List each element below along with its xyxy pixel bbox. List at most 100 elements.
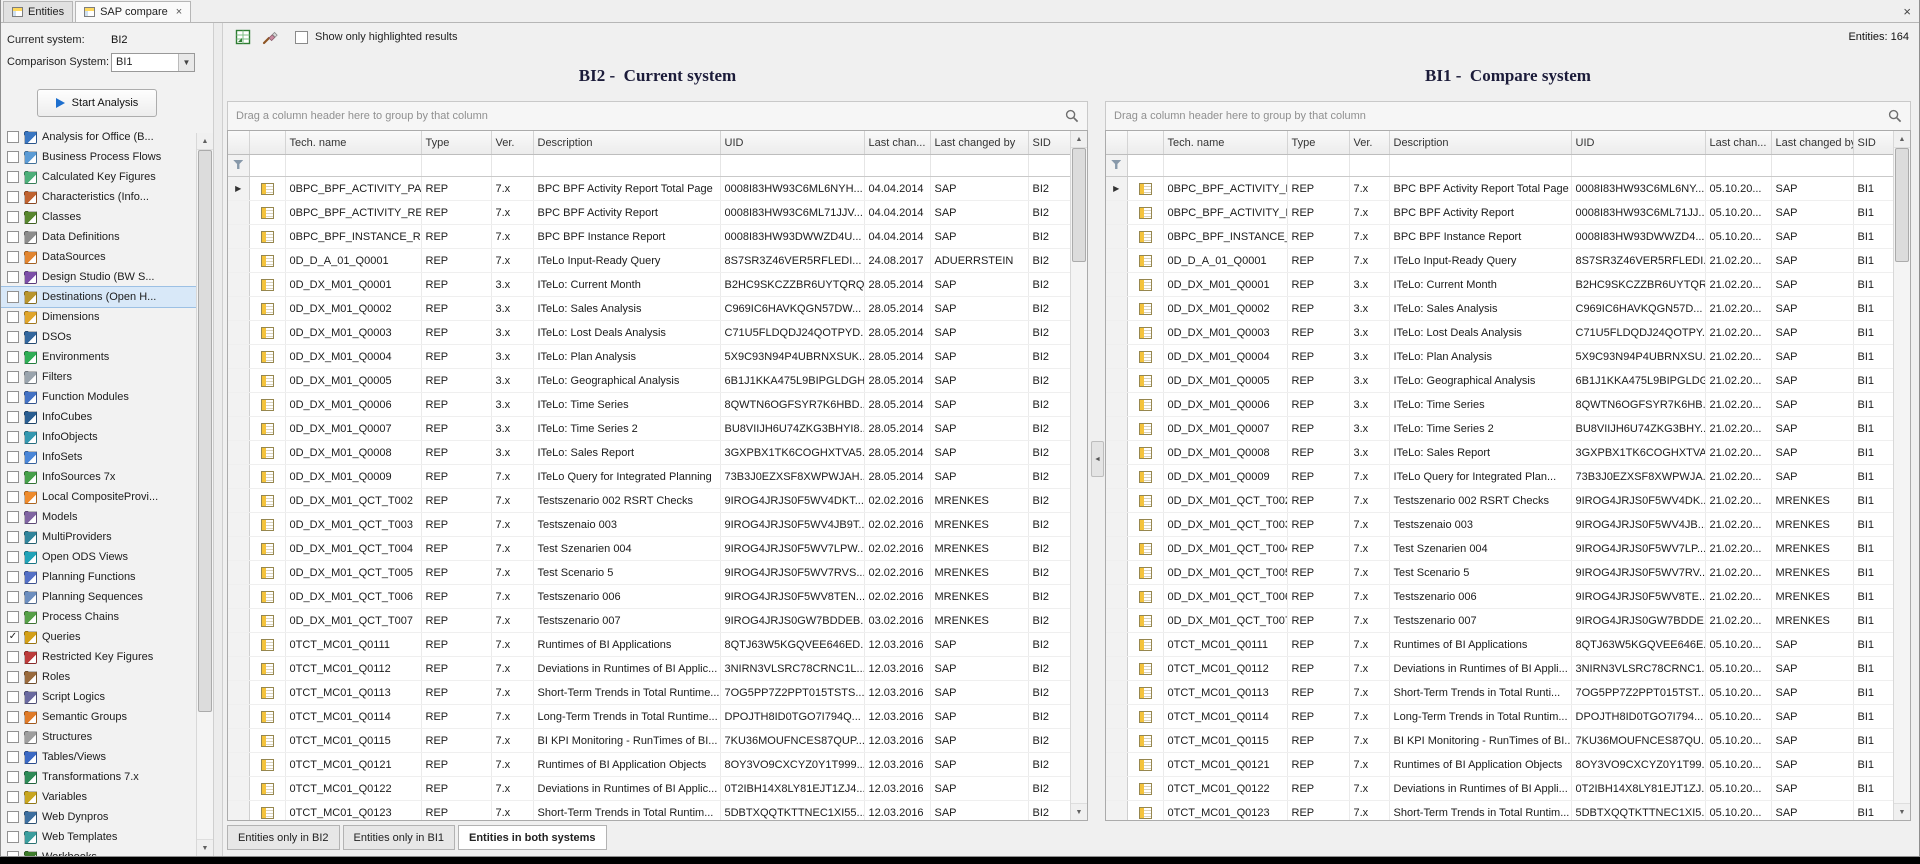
tree-item-checkbox[interactable] xyxy=(7,651,19,663)
scroll-down-icon[interactable]: ▼ xyxy=(197,839,213,856)
tree-item-restricted-key-figures[interactable]: Restricted Key Figures xyxy=(1,647,196,667)
grid-row[interactable]: 0TCT_MC01_Q0121REP7.xRuntimes of BI Appl… xyxy=(1106,753,1895,777)
filter-cell[interactable] xyxy=(1771,155,1853,177)
grid-row[interactable]: 0TCT_MC01_Q0113REP7.xShort-Term Trends i… xyxy=(228,681,1072,705)
grid-right-scroll-thumb[interactable] xyxy=(1895,148,1909,262)
grid-right-scrollbar[interactable]: ▲ ▼ xyxy=(1893,131,1910,820)
grid-row[interactable]: 0D_DX_M01_QCT_T007REP7.xTestszenario 007… xyxy=(1106,609,1895,633)
tree-item-checkbox[interactable] xyxy=(7,751,19,763)
chevron-down-icon[interactable]: ▼ xyxy=(178,54,194,71)
grid-row[interactable]: 0D_DX_M01_QCT_T006REP7.xTestszenario 006… xyxy=(1106,585,1895,609)
grid-row[interactable]: 0D_DX_M01_QCT_T005REP7.xTest Scenario 59… xyxy=(1106,561,1895,585)
tab-close-icon[interactable]: × xyxy=(176,7,182,18)
tree-item-infocubes[interactable]: InfoCubes xyxy=(1,407,196,427)
filter-cell[interactable] xyxy=(1571,155,1705,177)
tree-item-checkbox[interactable] xyxy=(7,691,19,703)
search-icon[interactable] xyxy=(1888,109,1902,123)
column-header-ver[interactable]: Ver. xyxy=(491,131,533,155)
filter-cell[interactable] xyxy=(533,155,720,177)
grid-row[interactable]: 0D_DX_M01_Q0005REP3.xITeLo: Geographical… xyxy=(1106,369,1895,393)
tab-sap-compare[interactable]: SAP compare × xyxy=(75,1,191,22)
grid-row[interactable]: 0D_DX_M01_QCT_T003REP7.xTestszenaio 0039… xyxy=(1106,513,1895,537)
splitter-collapse-button[interactable]: ◄ xyxy=(1091,441,1104,477)
tree-item-checkbox[interactable] xyxy=(7,671,19,683)
filter-cell[interactable] xyxy=(720,155,864,177)
grid-row[interactable]: 0TCT_MC01_Q0121REP7.xRuntimes of BI Appl… xyxy=(228,753,1072,777)
grid-row[interactable]: 0D_DX_M01_Q0008REP3.xITeLo: Sales Report… xyxy=(228,441,1072,465)
tree-item-multiproviders[interactable]: MultiProviders xyxy=(1,527,196,547)
column-header-last-changed-by[interactable]: Last changed by xyxy=(1771,131,1853,155)
tree-item-data-definitions[interactable]: Data Definitions xyxy=(1,227,196,247)
grid-row[interactable]: 0BPC_BPF_INSTANCE_...REP7.xBPC BPF Insta… xyxy=(1106,225,1895,249)
tree-item-checkbox[interactable] xyxy=(7,611,19,623)
grid-row[interactable]: 0D_DX_M01_Q0009REP7.xITeLo Query for Int… xyxy=(1106,465,1895,489)
tree-item-function-modules[interactable]: Function Modules xyxy=(1,387,196,407)
panel-splitter[interactable]: ◄ xyxy=(1088,51,1105,821)
tree-item-roles[interactable]: Roles xyxy=(1,667,196,687)
tree-item-checkbox[interactable] xyxy=(7,431,19,443)
scroll-up-icon[interactable]: ▲ xyxy=(197,133,213,150)
tree-item-checkbox[interactable] xyxy=(7,391,19,403)
column-header-uid[interactable]: UID xyxy=(720,131,864,155)
tree-item-checkbox[interactable] xyxy=(7,451,19,463)
scroll-up-icon[interactable]: ▲ xyxy=(1894,131,1910,148)
sidebar-splitter[interactable] xyxy=(213,23,223,856)
grid-row[interactable]: 0D_DX_M01_Q0004REP3.xITeLo: Plan Analysi… xyxy=(228,345,1072,369)
tree-item-checkbox[interactable] xyxy=(7,411,19,423)
search-icon[interactable] xyxy=(1065,109,1079,123)
tree-item-datasources[interactable]: DataSources xyxy=(1,247,196,267)
tree-item-design-studio-bw-s[interactable]: Design Studio (BW S... xyxy=(1,267,196,287)
tree-item-workbooks[interactable]: Workbooks xyxy=(1,847,196,856)
tree-item-checkbox[interactable] xyxy=(7,131,19,143)
filter-cell[interactable] xyxy=(249,155,285,177)
start-analysis-button[interactable]: Start Analysis xyxy=(37,89,157,117)
filter-cell[interactable] xyxy=(285,155,421,177)
filter-cell[interactable] xyxy=(421,155,491,177)
grid-row[interactable]: 0TCT_MC01_Q0112REP7.xDeviations in Runti… xyxy=(228,657,1072,681)
grid-row[interactable]: 0D_DX_M01_Q0004REP3.xITeLo: Plan Analysi… xyxy=(1106,345,1895,369)
tree-item-semantic-groups[interactable]: Semantic Groups xyxy=(1,707,196,727)
tree-item-checkbox[interactable] xyxy=(7,251,19,263)
grid-row[interactable]: 0D_DX_M01_Q0007REP3.xITeLo: Time Series … xyxy=(1106,417,1895,441)
grid-row[interactable]: 0BPC_BPF_ACTIVITY_REPREP7.xBPC BPF Activ… xyxy=(1106,201,1895,225)
tree-item-checkbox[interactable] xyxy=(7,491,19,503)
tree-item-checkbox[interactable] xyxy=(7,851,19,856)
filter-cell[interactable] xyxy=(930,155,1028,177)
comparison-system-select[interactable]: BI1 ▼ xyxy=(111,53,195,72)
tree-item-dsos[interactable]: DSOs xyxy=(1,327,196,347)
tab-entities-only-bi2[interactable]: Entities only in BI2 xyxy=(227,825,340,850)
group-by-bar-left[interactable]: Drag a column header here to group by th… xyxy=(227,101,1088,130)
tab-entities[interactable]: Entities xyxy=(3,1,73,22)
grid-left-scroll-thumb[interactable] xyxy=(1072,148,1086,262)
filter-funnel-icon[interactable] xyxy=(1111,160,1121,169)
grid-row[interactable]: 0D_DX_M01_Q0008REP3.xITeLo: Sales Report… xyxy=(1106,441,1895,465)
filter-cell[interactable] xyxy=(1853,155,1895,177)
grid-row[interactable]: 0BPC_BPF_INSTANCE_REPREP7.xBPC BPF Insta… xyxy=(228,225,1072,249)
filter-cell[interactable] xyxy=(1389,155,1571,177)
column-header-description[interactable]: Description xyxy=(1389,131,1571,155)
tree-item-planning-functions[interactable]: Planning Functions xyxy=(1,567,196,587)
tree-item-checkbox[interactable] xyxy=(7,291,19,303)
column-header-last-chan[interactable]: Last chan... xyxy=(1705,131,1771,155)
grid-row[interactable]: 0TCT_MC01_Q0122REP7.xDeviations in Runti… xyxy=(228,777,1072,801)
tree-item-checkbox[interactable] xyxy=(7,591,19,603)
grid-row[interactable]: 0D_D_A_01_Q0001REP7.xITeLo Input-Ready Q… xyxy=(1106,249,1895,273)
grid-row[interactable]: 0D_DX_M01_Q0001REP3.xITeLo: Current Mont… xyxy=(228,273,1072,297)
tree-item-checkbox[interactable] xyxy=(7,231,19,243)
grid-row[interactable]: 0D_D_A_01_Q0001REP7.xITeLo Input-Ready Q… xyxy=(228,249,1072,273)
tree-item-checkbox[interactable] xyxy=(7,151,19,163)
tree-item-checkbox[interactable] xyxy=(7,331,19,343)
grid-row[interactable]: 0TCT_MC01_Q0111REP7.xRuntimes of BI Appl… xyxy=(228,633,1072,657)
scroll-down-icon[interactable]: ▼ xyxy=(1894,803,1910,820)
tree-item-checkbox[interactable] xyxy=(7,791,19,803)
grid-row[interactable]: 0TCT_MC01_Q0115REP7.xBI KPI Monitoring -… xyxy=(1106,729,1895,753)
tree-item-filters[interactable]: Filters xyxy=(1,367,196,387)
column-header-sid[interactable]: SID xyxy=(1853,131,1895,155)
tree-item-local-compositeprovi[interactable]: Local CompositeProvi... xyxy=(1,487,196,507)
column-header-uid[interactable]: UID xyxy=(1571,131,1705,155)
grid-row[interactable]: ▶0BPC_BPF_ACTIVITY_PA...REP7.xBPC BPF Ac… xyxy=(228,177,1072,201)
tree-scroll-thumb[interactable] xyxy=(198,150,212,712)
tree-item-destinations-open-h[interactable]: Destinations (Open H... xyxy=(1,287,196,307)
grid-row[interactable]: 0D_DX_M01_QCT_T004REP7.xTest Szenarien 0… xyxy=(1106,537,1895,561)
filter-cell[interactable] xyxy=(1163,155,1287,177)
